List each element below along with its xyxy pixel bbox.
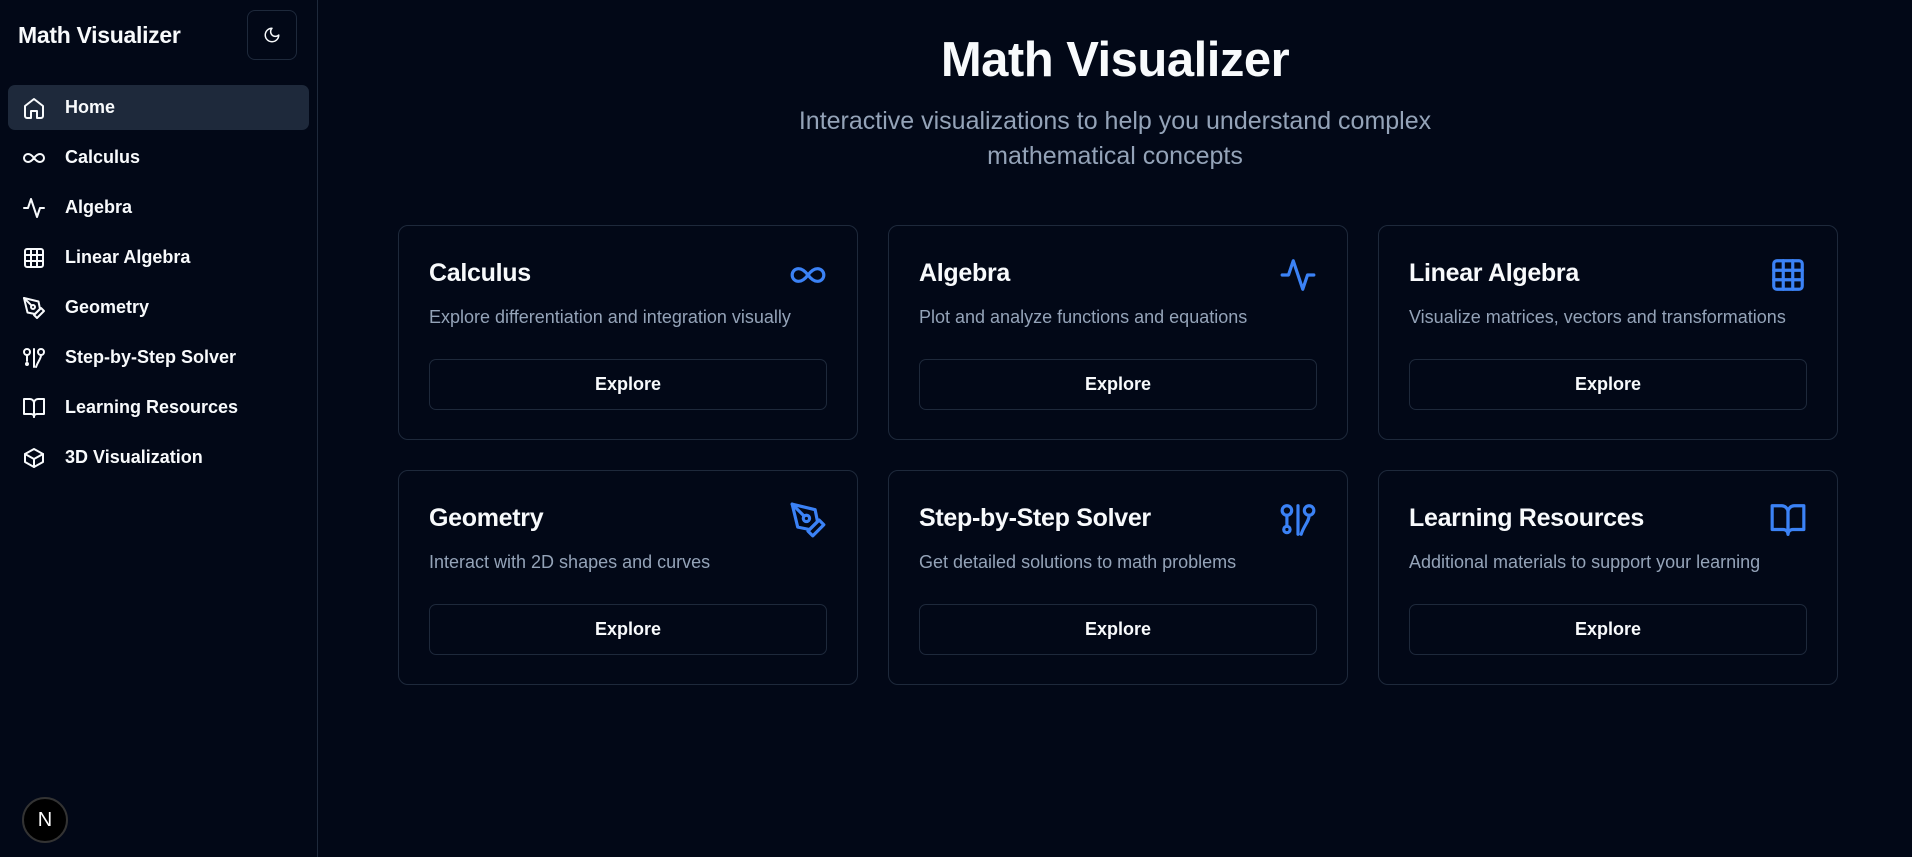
card-description: Plot and analyze functions and equations xyxy=(919,307,1248,327)
card-title: Geometry xyxy=(429,504,544,532)
page-subtitle: Interactive visualizations to help you u… xyxy=(798,107,1432,170)
sidebar-item-label: Geometry xyxy=(65,297,150,317)
card-geometry: Geometry Interact with 2D shapes and cur… xyxy=(398,470,858,685)
sidebar-nav: Home Calculus Algebra Linear Algebra Geo… xyxy=(0,70,317,480)
page-title: Math Visualizer xyxy=(940,33,1290,87)
sidebar-item-label: Algebra xyxy=(65,197,133,217)
theme-toggle-button[interactable] xyxy=(247,10,297,60)
card-description: Get detailed solutions to math problems xyxy=(919,552,1237,572)
explore-button[interactable]: Explore xyxy=(1409,359,1807,410)
sidebar-item-algebra[interactable]: Algebra xyxy=(8,185,309,230)
sidebar-item-step-by-step-solver[interactable]: Step-by-Step Solver xyxy=(8,335,309,380)
explore-button[interactable]: Explore xyxy=(919,359,1317,410)
sidebar-item-label: Step-by-Step Solver xyxy=(65,347,237,367)
card-description: Additional materials to support your lea… xyxy=(1409,552,1761,572)
sidebar-item-geometry[interactable]: Geometry xyxy=(8,285,309,330)
home-icon xyxy=(22,96,46,120)
grid-icon xyxy=(22,246,46,270)
n-badge[interactable]: N xyxy=(22,797,68,843)
activity-icon xyxy=(1279,256,1317,294)
card-title: Step-by-Step Solver xyxy=(919,504,1151,532)
card-linear-algebra: Linear Algebra Visualize matrices, vecto… xyxy=(1378,225,1838,440)
sidebar: Math Visualizer Home Calculus Algebra Li… xyxy=(0,0,318,857)
sidebar-item-label: Home xyxy=(65,97,116,117)
sidebar-item-label: Calculus xyxy=(65,147,141,167)
card-description: Visualize matrices, vectors and transfor… xyxy=(1409,307,1786,327)
moon-icon xyxy=(264,27,280,43)
explore-button[interactable]: Explore xyxy=(429,359,827,410)
explore-button[interactable]: Explore xyxy=(429,604,827,655)
book-open-icon xyxy=(1769,501,1807,539)
pen-tool-icon xyxy=(22,296,46,320)
card-calculus: Calculus Explore differentiation and int… xyxy=(398,225,858,440)
card-title: Learning Resources xyxy=(1409,504,1644,532)
sidebar-item-label: 3D Visualization xyxy=(65,447,203,467)
sidebar-item-label: Learning Resources xyxy=(65,397,239,417)
sidebar-header: Math Visualizer xyxy=(0,0,317,70)
card-title: Calculus xyxy=(429,259,531,287)
activity-icon xyxy=(22,196,46,220)
card-description: Explore differentiation and integration … xyxy=(429,307,791,327)
sidebar-item-3d-visualization[interactable]: 3D Visualization xyxy=(8,435,309,480)
git-pull-request-icon xyxy=(22,346,46,370)
explore-button[interactable]: Explore xyxy=(1409,604,1807,655)
card-learning-resources: Learning Resources Additional materials … xyxy=(1378,470,1838,685)
grid-icon xyxy=(1769,256,1807,294)
git-pull-request-icon xyxy=(1279,501,1317,539)
card-description: Interact with 2D shapes and curves xyxy=(429,552,711,572)
pen-tool-icon xyxy=(789,501,827,539)
book-open-icon xyxy=(22,396,46,420)
sidebar-item-linear-algebra[interactable]: Linear Algebra xyxy=(8,235,309,280)
explore-button[interactable]: Explore xyxy=(919,604,1317,655)
box-icon xyxy=(22,446,46,470)
sidebar-item-learning-resources[interactable]: Learning Resources xyxy=(8,385,309,430)
infinity-icon xyxy=(789,256,827,294)
app-title: Math Visualizer xyxy=(18,21,181,48)
sidebar-item-home[interactable]: Home xyxy=(8,85,309,130)
sidebar-item-calculus[interactable]: Calculus xyxy=(8,135,309,180)
main-content: Math Visualizer Interactive visualizatio… xyxy=(318,0,1912,857)
sidebar-item-label: Linear Algebra xyxy=(65,247,191,267)
infinity-icon xyxy=(22,146,46,170)
card-title: Algebra xyxy=(919,259,1010,287)
card-algebra: Algebra Plot and analyze functions and e… xyxy=(888,225,1348,440)
app-root: Math Visualizer Home Calculus Algebra Li… xyxy=(0,0,1912,857)
card-title: Linear Algebra xyxy=(1409,259,1579,287)
card-step-by-step-solver: Step-by-Step Solver Get detailed solutio… xyxy=(888,470,1348,685)
topic-card-grid: Calculus Explore differentiation and int… xyxy=(398,225,1838,685)
